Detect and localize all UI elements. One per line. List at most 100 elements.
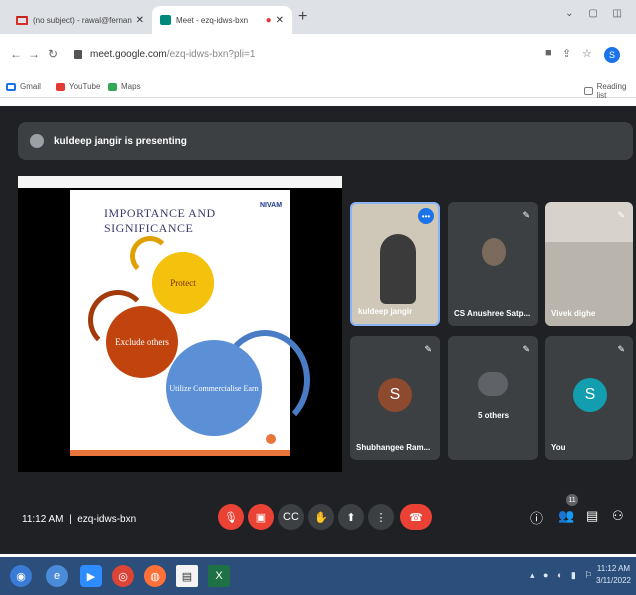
more-options-button[interactable]: ⋮ (368, 504, 394, 530)
bookmarks-bar: Gmail YouTube Maps Reading list (0, 76, 636, 100)
people-icon[interactable]: 👥 (558, 508, 574, 524)
recording-dot-icon: ● (265, 14, 272, 26)
tab-gmail[interactable]: (no subject) - rawal@fernandez ✕ (8, 6, 152, 34)
slide-logo: NIVAM (260, 202, 283, 209)
share-icon[interactable]: ⇪ (562, 47, 571, 60)
shared-screen[interactable]: IMPORTANCE AND SIGNIFICANCE NIVAM Protec… (18, 176, 342, 472)
end-call-button[interactable]: ☎ (400, 504, 432, 530)
more-options-icon[interactable]: ••• (418, 208, 434, 224)
presentation-slide: IMPORTANCE AND SIGNIFICANCE NIVAM Protec… (70, 190, 310, 456)
system-tray[interactable]: ▴ ● ◐ ▮ ⚐ (530, 570, 595, 581)
url-field[interactable]: meet.google.com/ezq-idws-bxn?pli=1 (74, 41, 544, 67)
meet-icon (160, 15, 171, 25)
participant-tile[interactable]: ✎ S You (545, 336, 633, 460)
browser-tab-bar: (no subject) - rawal@fernandez ✕ Meet - … (0, 0, 636, 34)
reading-list[interactable]: Reading list (584, 82, 636, 100)
back-icon[interactable]: ← (10, 47, 22, 61)
info-icon[interactable]: ⓘ (530, 508, 543, 527)
mic-off-icon: ✎ (617, 344, 625, 354)
present-button[interactable]: ⬆ (338, 504, 364, 530)
mic-off-icon: ✎ (424, 344, 432, 354)
participant-avatar (482, 238, 506, 266)
mic-off-icon: ✎ (522, 344, 530, 354)
chat-icon[interactable]: ▤ (586, 508, 598, 524)
reload-icon[interactable]: ↻ (48, 47, 58, 61)
reading-list-label: Reading list (596, 82, 627, 100)
participant-video (380, 234, 416, 304)
bookmark-youtube[interactable]: YouTube (56, 82, 100, 91)
participant-name: You (551, 443, 566, 452)
tab-gmail-label: (no subject) - rawal@fernandez (33, 15, 132, 25)
participant-tile[interactable]: ••• kuldeep jangir (350, 202, 440, 326)
gear-exclude: Exclude others (106, 306, 178, 378)
chrome-icon[interactable]: ◎ (112, 565, 134, 587)
start-button-icon[interactable]: ◉ (10, 565, 32, 587)
taskbar-date: 3/11/2022 (596, 576, 631, 585)
firefox-icon[interactable]: ◍ (144, 565, 166, 587)
participant-name: kuldeep jangir (358, 307, 413, 316)
meeting-time: 11:12 AM (22, 514, 64, 525)
raise-hand-button[interactable]: ✋ (308, 504, 334, 530)
activities-icon[interactable]: ⚇ (612, 508, 624, 524)
gear-protect: Protect (152, 252, 214, 314)
mic-off-icon: ✎ (522, 210, 530, 220)
bookmark-gmail[interactable]: Gmail (6, 82, 41, 91)
youtube-icon (56, 82, 65, 91)
new-tab-button[interactable]: + (298, 8, 307, 26)
participant-name: Shubhangee Ram... (356, 443, 431, 452)
participant-tile[interactable]: ✎ CS Anushree Satp... (448, 202, 538, 326)
meet-stage: kuldeep jangir is presenting IMPORTANCE … (0, 106, 636, 554)
participant-tile[interactable]: ✎ 5 others (448, 336, 538, 460)
window-controls[interactable]: ⌄ ▢ ◫ (565, 8, 628, 19)
reading-list-icon (584, 87, 593, 95)
forward-icon[interactable]: → (28, 47, 40, 61)
lock-icon (74, 49, 82, 59)
excel-icon[interactable]: X (208, 565, 230, 587)
close-tab-icon[interactable]: ✕ (276, 15, 284, 26)
captions-button[interactable]: CC (278, 504, 304, 530)
folder-icon[interactable]: ▤ (176, 565, 198, 587)
participant-tile[interactable]: ✎ Vivek dighe (545, 202, 633, 326)
bookmark-maps-label: Maps (121, 82, 141, 91)
url-host: meet.google.com (90, 48, 167, 60)
google-icon (6, 82, 16, 91)
participant-name: Vivek dighe (551, 309, 596, 318)
bookmark-maps[interactable]: Maps (108, 82, 141, 91)
participant-name: 5 others (478, 411, 510, 420)
slide-title: IMPORTANCE AND SIGNIFICANCE (104, 206, 216, 235)
presenter-avatar (30, 134, 44, 148)
bookmark-gmail-label: Gmail (20, 82, 41, 91)
participant-initial: S (378, 378, 412, 412)
profile-avatar[interactable]: S (604, 47, 620, 63)
mic-off-icon: ✎ (617, 210, 625, 220)
mic-toggle-button[interactable]: 🎙 (218, 504, 244, 530)
gear-utilize: Utilize Commercialise Earn (166, 340, 262, 436)
tab-meet-label: Meet - ezq-idws-bxn (176, 15, 249, 25)
taskbar-time: 11:12 AM (596, 564, 631, 573)
address-bar-row: ← → ↻ meet.google.com/ezq-idws-bxn?pli=1… (0, 34, 636, 76)
gmail-icon (16, 15, 28, 25)
taskbar-clock[interactable]: 11:12 AM 3/11/2022 (596, 563, 631, 587)
meeting-code: ezq-idws-bxn (77, 514, 137, 525)
meeting-controls-bar: 11:12 AM | ezq-idws-bxn 🎙 ▣ CC ✋ ⬆ ⋮ ☎ ⓘ… (0, 476, 636, 554)
slide-dot (266, 434, 276, 444)
bookmark-star-icon[interactable]: ☆ (582, 47, 592, 60)
participant-count-badge: 11 (566, 494, 578, 506)
participant-initial: S (573, 378, 607, 412)
maps-icon (108, 82, 117, 91)
slide-bottom-bar (70, 450, 290, 456)
windows-taskbar: ◉ e ▶ ◎ ◍ ▤ X ▴ ● ◐ ▮ ⚐ 11:12 AM 3/11/20… (0, 557, 636, 595)
camera-icon[interactable]: ■ (545, 47, 552, 59)
close-tab-icon[interactable]: ✕ (136, 15, 144, 26)
tab-meet[interactable]: Meet - ezq-idws-bxn ● ✕ (152, 6, 292, 34)
meeting-clock: 11:12 AM | ezq-idws-bxn (22, 514, 137, 525)
presenting-banner[interactable]: kuldeep jangir is presenting (18, 122, 633, 160)
bookmark-youtube-label: YouTube (69, 82, 101, 91)
ie-icon[interactable]: e (46, 565, 68, 587)
camera-toggle-button[interactable]: ▣ (248, 504, 274, 530)
presenting-text: kuldeep jangir is presenting (54, 135, 187, 147)
zoom-icon[interactable]: ▶ (80, 565, 102, 587)
participant-name: CS Anushree Satp... (454, 309, 531, 318)
slide-toolbar-strip (18, 176, 342, 188)
participant-tile[interactable]: ✎ S Shubhangee Ram... (350, 336, 440, 460)
